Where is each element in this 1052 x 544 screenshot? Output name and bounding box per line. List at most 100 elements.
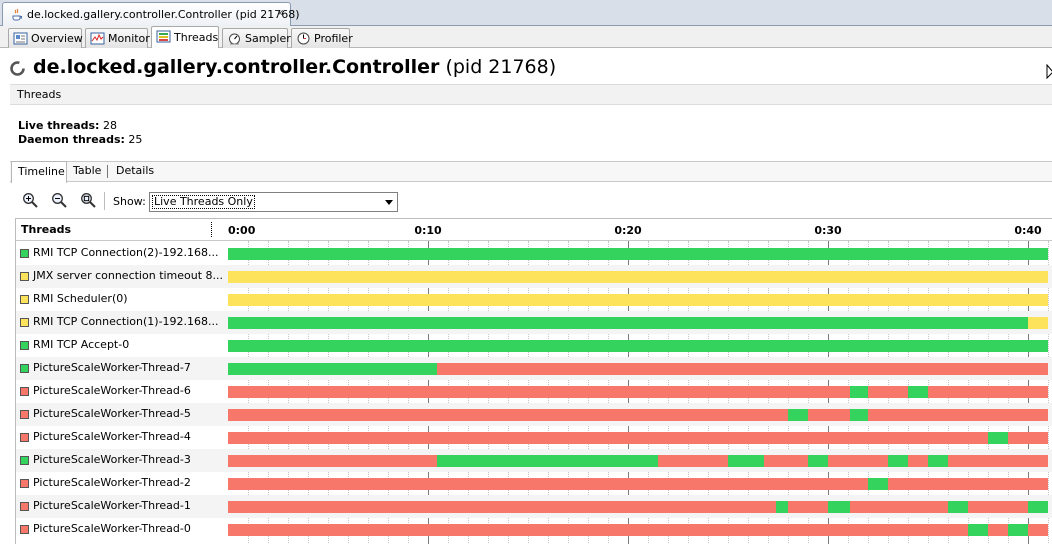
- thread-state-segment-running: [850, 386, 868, 398]
- thread-row[interactable]: RMI Scheduler(0): [16, 288, 1052, 311]
- column-resize-handle[interactable]: [211, 222, 212, 237]
- thread-row[interactable]: PictureScaleWorker-Thread-2: [16, 472, 1052, 495]
- thread-row[interactable]: RMI TCP Accept-0: [16, 334, 1052, 357]
- thread-row[interactable]: JMX server connection timeout 8...: [16, 265, 1052, 288]
- time-tick-label: 0:10: [414, 224, 442, 237]
- zoom-in-icon[interactable]: [22, 192, 38, 208]
- thread-state-segment-running: [728, 455, 764, 467]
- tab-label: Threads: [174, 31, 219, 44]
- tab-details[interactable]: Details: [116, 164, 154, 177]
- sampler-icon: [229, 33, 240, 45]
- thread-state-segment-monitor: [228, 432, 988, 444]
- section-header: Threads: [10, 84, 1052, 105]
- thread-name: PictureScaleWorker-Thread-4: [33, 430, 191, 443]
- time-tick-label: 0:30: [814, 224, 842, 237]
- thread-name: PictureScaleWorker-Thread-7: [33, 361, 191, 374]
- thread-state-segment-monitor: [988, 524, 1008, 536]
- thread-state-swatch: [20, 479, 29, 488]
- thread-state-segment-monitor: [850, 501, 948, 513]
- thread-state-segment-monitor: [808, 409, 850, 421]
- thread-state-track: [228, 432, 1048, 444]
- thread-state-segment-monitor: [868, 386, 908, 398]
- thread-state-segment-monitor: [868, 409, 1048, 421]
- thread-state-swatch: [20, 272, 29, 281]
- tab-profiler[interactable]: Profiler: [291, 28, 353, 48]
- thread-state-track: [228, 248, 1048, 260]
- show-filter-value: Live Threads Only: [152, 195, 255, 209]
- thread-state-segment-monitor: [228, 386, 850, 398]
- thread-name: JMX server connection timeout 8...: [33, 269, 224, 282]
- thread-state-track: [228, 386, 1048, 398]
- thread-state-segment-monitor: [437, 363, 1048, 375]
- document-tab-title: de.locked.gallery.controller.Controller …: [27, 8, 300, 21]
- thread-state-segment-monitor: [228, 524, 968, 536]
- tab-monitor[interactable]: Monitor: [85, 28, 150, 48]
- zoom-fit-icon[interactable]: [80, 192, 96, 208]
- close-icon[interactable]: ⨯: [276, 8, 284, 19]
- thread-row[interactable]: PictureScaleWorker-Thread-6: [16, 380, 1052, 403]
- thread-state-segment-monitor: [228, 478, 868, 490]
- thread-state-segment-monitor: [928, 386, 1048, 398]
- daemon-threads-label: Daemon threads:: [18, 133, 125, 146]
- live-threads-value: 28: [102, 119, 117, 132]
- timeline-header: Threads 0:00 0:10 0:20 0:30 0:40: [16, 219, 1052, 241]
- thread-state-track: [228, 340, 1048, 352]
- thread-name: PictureScaleWorker-Thread-0: [33, 522, 191, 535]
- thread-state-swatch: [20, 387, 29, 396]
- tab-threads[interactable]: Threads: [151, 26, 219, 48]
- thread-state-swatch: [20, 364, 29, 373]
- thread-state-segment-running: [988, 432, 1008, 444]
- thread-state-segment-monitor: [658, 455, 728, 467]
- thread-state-track: [228, 524, 1048, 536]
- thread-row[interactable]: RMI TCP Connection(1)-192.168...: [16, 311, 1052, 334]
- thread-state-segment-monitor: [828, 455, 888, 467]
- threads-column-header[interactable]: Threads: [21, 223, 71, 236]
- thread-state-segment-sleeping: [228, 271, 1048, 283]
- thread-name: PictureScaleWorker-Thread-6: [33, 384, 191, 397]
- thread-name: PictureScaleWorker-Thread-3: [33, 453, 191, 466]
- view-tab-bar: Overview Monitor Threads Sampler Profile…: [0, 26, 1052, 48]
- thread-state-segment-running: [968, 524, 988, 536]
- thread-row[interactable]: PictureScaleWorker-Thread-7: [16, 357, 1052, 380]
- thread-state-segment-sleeping: [228, 294, 1048, 306]
- thread-name: PictureScaleWorker-Thread-1: [33, 499, 191, 512]
- threads-timeline: Threads 0:00 0:10 0:20 0:30 0:40 RMI TCP Con…: [15, 218, 1052, 544]
- thread-state-segment-monitor: [948, 455, 1048, 467]
- live-threads-stat: Live threads: 28: [18, 119, 117, 132]
- thread-state-track: [228, 501, 1048, 513]
- show-label: Show:: [113, 195, 146, 208]
- thread-name: RMI Scheduler(0): [33, 292, 128, 305]
- thread-row[interactable]: PictureScaleWorker-Thread-3: [16, 449, 1052, 472]
- thread-row[interactable]: PictureScaleWorker-Thread-4: [16, 426, 1052, 449]
- thread-state-swatch: [20, 249, 29, 258]
- toolbar-separator: [104, 192, 105, 210]
- tab-sampler[interactable]: Sampler: [222, 28, 291, 48]
- thread-state-swatch: [20, 341, 29, 350]
- thread-state-segment-monitor: [1008, 432, 1048, 444]
- thread-state-swatch: [20, 525, 29, 534]
- thread-state-segment-running: [948, 501, 968, 513]
- thread-state-segment-running: [228, 363, 437, 375]
- document-tab-bar: de.locked.gallery.controller.Controller …: [0, 0, 1052, 26]
- thread-row[interactable]: PictureScaleWorker-Thread-5: [16, 403, 1052, 426]
- daemon-threads-value: 25: [128, 133, 143, 146]
- mouse-cursor-icon: [1046, 64, 1052, 80]
- thread-state-segment-monitor: [788, 501, 828, 513]
- monitor-icon: [90, 32, 105, 45]
- thread-row[interactable]: PictureScaleWorker-Thread-0: [16, 518, 1052, 541]
- tab-label: Sampler: [245, 32, 291, 45]
- tab-label: Overview: [31, 32, 83, 45]
- zoom-out-icon[interactable]: [51, 192, 67, 208]
- thread-state-track: [228, 363, 1048, 375]
- thread-state-swatch: [20, 456, 29, 465]
- thread-row[interactable]: RMI TCP Connection(2)-192.168...: [16, 242, 1052, 265]
- tab-overview[interactable]: Overview: [8, 28, 83, 48]
- tab-table[interactable]: Table: [73, 164, 101, 177]
- tab-label: Timeline: [18, 165, 65, 178]
- document-tab[interactable]: de.locked.gallery.controller.Controller …: [2, 2, 300, 26]
- thread-row[interactable]: PictureScaleWorker-Thread-1: [16, 495, 1052, 518]
- thread-name: RMI TCP Accept-0: [33, 338, 130, 351]
- tab-timeline[interactable]: Timeline: [11, 161, 67, 183]
- show-filter-select[interactable]: Live Threads Only: [149, 192, 398, 212]
- thread-state-segment-running: [888, 455, 908, 467]
